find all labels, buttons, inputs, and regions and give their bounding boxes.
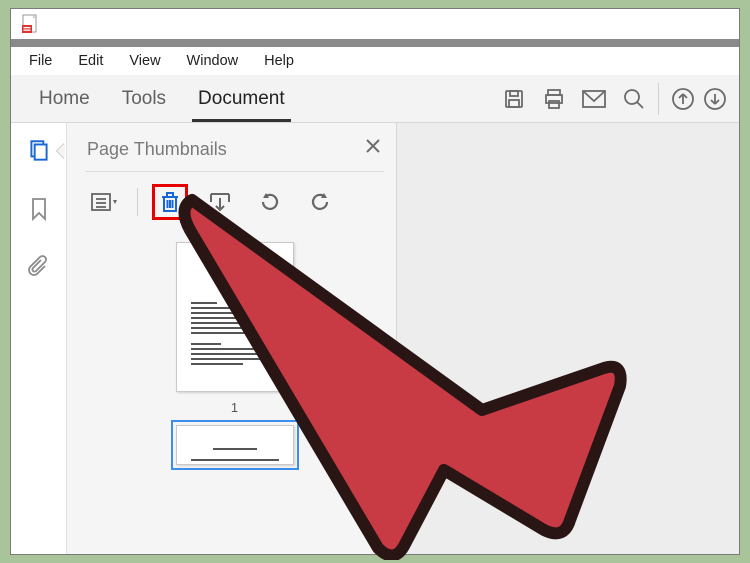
print-button[interactable] bbox=[534, 79, 574, 119]
page-preview-1 bbox=[176, 242, 294, 392]
menu-edit[interactable]: Edit bbox=[78, 53, 103, 69]
app-pdf-icon bbox=[21, 14, 41, 34]
page-preview-2 bbox=[176, 425, 294, 465]
rotate-cw-button[interactable] bbox=[302, 184, 338, 220]
search-button[interactable] bbox=[614, 79, 654, 119]
tab-document[interactable]: Document bbox=[182, 75, 301, 122]
document-area[interactable] bbox=[397, 123, 739, 554]
next-page-button[interactable] bbox=[703, 79, 727, 119]
menubar: File Edit View Window Help bbox=[11, 47, 739, 75]
save-button[interactable] bbox=[494, 79, 534, 119]
menu-window[interactable]: Window bbox=[187, 53, 239, 69]
main-toolbar: Home Tools Document bbox=[11, 75, 739, 123]
menu-file[interactable]: File bbox=[29, 53, 52, 69]
thumbnails-panel: Page Thumbnails bbox=[67, 123, 397, 554]
close-panel-button[interactable] bbox=[364, 137, 382, 161]
insert-page-button[interactable] bbox=[202, 184, 238, 220]
thumbnail-page-2[interactable] bbox=[176, 425, 294, 465]
tab-home[interactable]: Home bbox=[23, 75, 106, 122]
toolbar-separator bbox=[658, 83, 659, 115]
thumbnail-options-button[interactable] bbox=[87, 184, 123, 220]
thumbnail-page-1[interactable]: 1 bbox=[176, 242, 294, 415]
thumbnail-list[interactable]: 1 bbox=[85, 224, 384, 554]
tab-tools[interactable]: Tools bbox=[106, 75, 182, 122]
thumbnails-rail-button[interactable] bbox=[21, 133, 57, 169]
thumbnails-toolbar bbox=[85, 172, 384, 224]
menu-view[interactable]: View bbox=[129, 53, 160, 69]
delete-page-button[interactable] bbox=[152, 184, 188, 220]
prev-page-button[interactable] bbox=[663, 79, 703, 119]
bookmarks-rail-button[interactable] bbox=[21, 191, 57, 227]
app-window: File Edit View Window Help Home Tools Do… bbox=[10, 8, 740, 555]
workspace: Page Thumbnails bbox=[11, 123, 739, 554]
panel-title: Page Thumbnails bbox=[87, 139, 227, 160]
email-button[interactable] bbox=[574, 79, 614, 119]
menu-help[interactable]: Help bbox=[264, 53, 294, 69]
attachments-rail-button[interactable] bbox=[21, 249, 57, 285]
thumb-toolbar-separator bbox=[137, 188, 138, 216]
titlebar-divider bbox=[11, 39, 739, 47]
thumbnail-page-1-label: 1 bbox=[176, 400, 294, 415]
left-rail bbox=[11, 123, 67, 554]
titlebar bbox=[11, 9, 739, 39]
rotate-ccw-button[interactable] bbox=[252, 184, 288, 220]
